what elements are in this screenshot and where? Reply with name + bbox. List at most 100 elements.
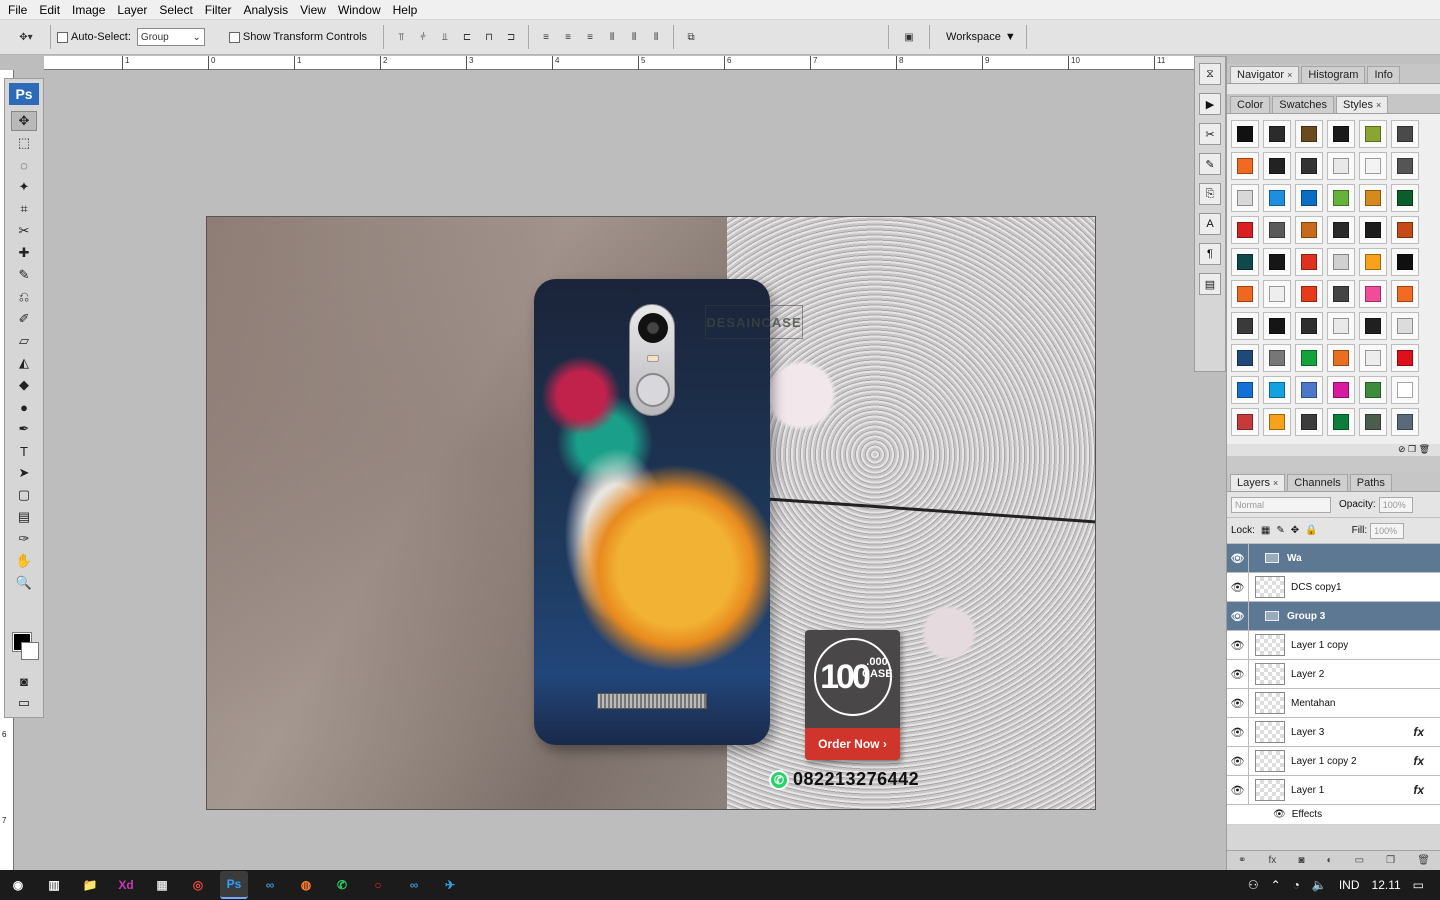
effects-row[interactable]: 👁 Effects bbox=[1227, 805, 1440, 825]
fill-field[interactable]: 100% bbox=[1370, 522, 1405, 539]
style-swatch[interactable] bbox=[1295, 248, 1323, 276]
tab-channels[interactable]: Channels bbox=[1287, 474, 1348, 491]
style-swatch[interactable] bbox=[1327, 184, 1355, 212]
distribute-right-icon[interactable]: ⦀ bbox=[647, 28, 665, 46]
layer-row[interactable]: 👁 Layer 1 copy bbox=[1227, 631, 1440, 660]
style-swatch[interactable] bbox=[1231, 344, 1259, 372]
lock-transparency-icon[interactable]: ▦ bbox=[1261, 525, 1270, 536]
align-left-icon[interactable]: ⊏ bbox=[458, 28, 476, 46]
style-swatch[interactable] bbox=[1295, 376, 1323, 404]
layer-group-row[interactable]: 👁 Wa bbox=[1227, 544, 1440, 573]
style-swatch[interactable] bbox=[1295, 344, 1323, 372]
clock[interactable]: 12.11 bbox=[1372, 878, 1401, 892]
clone-stamp-tool-icon[interactable]: ⎌ bbox=[11, 287, 37, 307]
new-group-icon[interactable]: ▭ bbox=[1355, 855, 1364, 866]
menu-help[interactable]: Help bbox=[387, 0, 424, 20]
bridge-icon[interactable]: ▣ bbox=[897, 28, 921, 46]
tab-swatches[interactable]: Swatches bbox=[1272, 96, 1334, 113]
eye-icon[interactable]: 👁 bbox=[1227, 747, 1249, 775]
style-swatch[interactable] bbox=[1359, 120, 1387, 148]
actions-icon[interactable]: ▶ bbox=[1199, 93, 1221, 115]
fx-icon[interactable]: fx bbox=[1413, 783, 1424, 797]
style-swatch[interactable] bbox=[1295, 280, 1323, 308]
style-swatch[interactable] bbox=[1231, 216, 1259, 244]
menu-window[interactable]: Window bbox=[332, 0, 387, 20]
eye-icon[interactable]: 👁 bbox=[1227, 602, 1249, 630]
style-swatch[interactable] bbox=[1359, 280, 1387, 308]
menu-file[interactable]: File bbox=[2, 0, 33, 20]
menu-view[interactable]: View bbox=[294, 0, 332, 20]
eraser-tool-icon[interactable]: ▱ bbox=[11, 331, 37, 351]
style-swatch[interactable] bbox=[1231, 312, 1259, 340]
style-swatch[interactable] bbox=[1327, 408, 1355, 436]
layer-row[interactable]: 👁 Layer 3 fx bbox=[1227, 718, 1440, 747]
file-explorer-icon[interactable]: 📁 bbox=[76, 871, 104, 899]
task-view-icon[interactable]: ▥ bbox=[40, 871, 68, 899]
style-swatch[interactable] bbox=[1263, 184, 1291, 212]
move-tool-preset-icon[interactable]: ✥▾ bbox=[10, 28, 42, 46]
path-selection-tool-icon[interactable]: ➤ bbox=[11, 463, 37, 483]
eye-icon[interactable]: 👁 bbox=[1227, 718, 1249, 746]
style-swatch[interactable] bbox=[1263, 312, 1291, 340]
style-swatch[interactable] bbox=[1359, 408, 1387, 436]
style-swatch[interactable] bbox=[1295, 216, 1323, 244]
style-swatch[interactable] bbox=[1359, 344, 1387, 372]
document-canvas[interactable]: DESAINCASE 100 .000 CASE Order Now › ✆ 0… bbox=[206, 216, 1096, 810]
style-swatch[interactable] bbox=[1391, 344, 1419, 372]
move-tool-icon[interactable]: ✥ bbox=[11, 111, 37, 131]
layer-row[interactable]: 👁 Mentahan bbox=[1227, 689, 1440, 718]
calculator-icon[interactable]: ▦ bbox=[148, 871, 176, 899]
lock-all-icon[interactable]: 🔒 bbox=[1305, 525, 1317, 536]
tab-layers[interactable]: Layers × bbox=[1230, 474, 1286, 491]
layer-row[interactable]: 👁 Layer 2 bbox=[1227, 660, 1440, 689]
blur-tool-icon[interactable]: ◆ bbox=[11, 375, 37, 395]
distribute-bottom-icon[interactable]: ≡ bbox=[581, 28, 599, 46]
zoom-tool-icon[interactable]: 🔍 bbox=[11, 573, 37, 593]
layer-row[interactable]: 👁 DCS copy1 bbox=[1227, 573, 1440, 602]
brush-tool-icon[interactable]: ✎ bbox=[11, 265, 37, 285]
tab-styles[interactable]: Styles × bbox=[1336, 96, 1389, 113]
style-swatch[interactable] bbox=[1391, 152, 1419, 180]
style-swatch[interactable] bbox=[1327, 312, 1355, 340]
style-swatch[interactable] bbox=[1359, 376, 1387, 404]
style-swatch[interactable] bbox=[1359, 312, 1387, 340]
pen-tool-icon[interactable]: ✒ bbox=[11, 419, 37, 439]
tool-presets-icon[interactable]: ✂ bbox=[1199, 123, 1221, 145]
hand-tool-icon[interactable]: ✋ bbox=[11, 551, 37, 571]
history-icon[interactable]: ⧖ bbox=[1199, 63, 1221, 85]
notification-icon[interactable]: ▭ bbox=[1413, 878, 1424, 892]
app-1-icon[interactable]: ∞ bbox=[256, 871, 284, 899]
style-swatch[interactable] bbox=[1231, 248, 1259, 276]
paint-bucket-tool-icon[interactable]: ◭ bbox=[11, 353, 37, 373]
style-swatch[interactable] bbox=[1327, 216, 1355, 244]
style-swatch[interactable] bbox=[1327, 280, 1355, 308]
tab-navigator[interactable]: Navigator × bbox=[1230, 66, 1300, 83]
paragraph-icon[interactable]: ¶ bbox=[1199, 243, 1221, 265]
notes-tool-icon[interactable]: ▤ bbox=[11, 507, 37, 527]
menu-image[interactable]: Image bbox=[66, 0, 111, 20]
chrome-icon[interactable]: ◎ bbox=[184, 871, 212, 899]
style-swatch[interactable] bbox=[1295, 184, 1323, 212]
auto-align-icon[interactable]: ⧉ bbox=[682, 28, 700, 46]
fx-icon[interactable]: fx bbox=[1413, 754, 1424, 768]
cortana-icon[interactable]: ◉ bbox=[4, 871, 32, 899]
distribute-vcenter-icon[interactable]: ≡ bbox=[559, 28, 577, 46]
style-swatch[interactable] bbox=[1327, 344, 1355, 372]
style-swatch[interactable] bbox=[1391, 312, 1419, 340]
style-swatch[interactable] bbox=[1391, 408, 1419, 436]
style-swatch[interactable] bbox=[1327, 248, 1355, 276]
style-swatch[interactable] bbox=[1359, 248, 1387, 276]
style-swatch[interactable] bbox=[1263, 152, 1291, 180]
quick-mask-icon[interactable]: ◙ bbox=[11, 671, 37, 691]
volume-icon[interactable]: 🔈 bbox=[1312, 878, 1327, 892]
eye-icon[interactable]: 👁 bbox=[1227, 689, 1249, 717]
tab-paths[interactable]: Paths bbox=[1349, 474, 1392, 491]
magic-wand-tool-icon[interactable]: ✦ bbox=[11, 177, 37, 197]
style-swatch[interactable] bbox=[1263, 120, 1291, 148]
slice-tool-icon[interactable]: ✂ bbox=[11, 221, 37, 241]
close-icon[interactable]: × bbox=[1376, 100, 1381, 110]
menu-select[interactable]: Select bbox=[153, 0, 198, 20]
eye-icon[interactable]: 👁 bbox=[1227, 631, 1249, 659]
firefox-icon[interactable]: ◍ bbox=[292, 871, 320, 899]
style-swatch[interactable] bbox=[1391, 184, 1419, 212]
